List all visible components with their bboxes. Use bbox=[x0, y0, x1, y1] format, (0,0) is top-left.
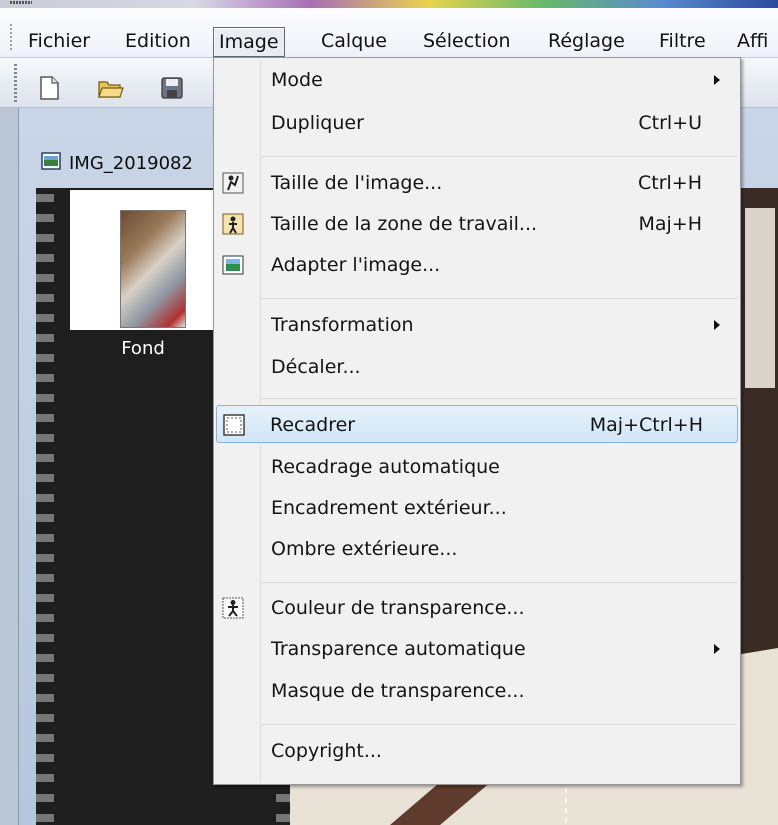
menu-item-label: Ombre extérieure... bbox=[271, 538, 458, 560]
menu-item-taille-image[interactable]: Taille de l'image... Ctrl+H bbox=[216, 164, 738, 202]
open-folder-icon[interactable] bbox=[98, 76, 124, 100]
menu-item-decaler[interactable]: Décaler... bbox=[216, 348, 738, 386]
canvas-size-icon bbox=[221, 212, 245, 236]
menu-calque[interactable]: Calque bbox=[316, 27, 392, 57]
menu-separator bbox=[261, 156, 737, 157]
document-title[interactable]: IMG_2019082 bbox=[69, 153, 193, 174]
menu-separator bbox=[261, 724, 737, 725]
menu-item-dupliquer[interactable]: Dupliquer Ctrl+U bbox=[216, 104, 738, 142]
film-strip-left bbox=[36, 188, 54, 825]
menu-item-label: Dupliquer bbox=[271, 112, 364, 134]
menu-item-mode[interactable]: Mode bbox=[216, 61, 738, 99]
image-menu-dropdown: Mode Dupliquer Ctrl+U Taille de l'image.… bbox=[213, 57, 741, 785]
menu-separator bbox=[261, 298, 737, 299]
image-document-icon bbox=[41, 151, 61, 175]
menu-item-label: Couleur de transparence... bbox=[271, 597, 525, 619]
layer-name[interactable]: Fond bbox=[70, 338, 216, 359]
resize-image-icon bbox=[221, 171, 245, 195]
menu-item-label: Recadrer bbox=[270, 414, 356, 436]
submenu-arrow-icon bbox=[714, 320, 720, 330]
menu-item-label: Taille de la zone de travail... bbox=[271, 213, 538, 235]
menu-item-encadrement-exterieur[interactable]: Encadrement extérieur... bbox=[216, 489, 738, 527]
menu-filtre[interactable]: Filtre bbox=[654, 27, 711, 57]
menu-item-shortcut: Ctrl+H bbox=[637, 172, 702, 194]
menu-item-label: Mode bbox=[271, 69, 323, 91]
menu-item-label: Encadrement extérieur... bbox=[271, 497, 507, 519]
menu-item-taille-zone-travail[interactable]: Taille de la zone de travail... Maj+H bbox=[216, 205, 738, 243]
menu-item-label: Transparence automatique bbox=[271, 638, 526, 660]
menu-edition[interactable]: Edition bbox=[120, 27, 196, 57]
menubar-grip[interactable] bbox=[10, 24, 12, 50]
grip-handle bbox=[10, 1, 32, 4]
transparency-color-icon bbox=[221, 596, 245, 620]
menu-item-label: Transformation bbox=[271, 314, 414, 336]
menu-item-label: Décaler... bbox=[271, 356, 361, 378]
menu-item-shortcut: Maj+H bbox=[638, 213, 702, 235]
menu-separator bbox=[261, 582, 737, 583]
fit-image-icon bbox=[221, 253, 245, 277]
menu-item-transparence-automatique[interactable]: Transparence automatique bbox=[216, 630, 738, 668]
menu-affichage[interactable]: Affi bbox=[732, 27, 773, 57]
menu-item-recadrage-automatique[interactable]: Recadrage automatique bbox=[216, 448, 738, 486]
menu-image[interactable]: Image bbox=[213, 27, 285, 57]
menu-item-shortcut: Ctrl+U bbox=[638, 112, 702, 134]
menu-fichier[interactable]: Fichier bbox=[23, 27, 95, 57]
menu-item-shortcut: Maj+Ctrl+H bbox=[589, 414, 703, 436]
menu-item-adapter-image[interactable]: Adapter l'image... bbox=[216, 246, 738, 284]
toolbar-grip[interactable] bbox=[14, 64, 17, 102]
menu-item-label: Adapter l'image... bbox=[271, 254, 441, 276]
layer-thumbnail[interactable] bbox=[120, 210, 186, 328]
menu-item-label: Taille de l'image... bbox=[271, 172, 443, 194]
save-icon[interactable] bbox=[161, 76, 183, 100]
new-document-icon[interactable] bbox=[38, 76, 60, 100]
menu-item-label: Copyright... bbox=[271, 740, 382, 762]
menu-item-label: Recadrage automatique bbox=[271, 456, 500, 478]
crop-icon bbox=[222, 413, 246, 437]
menu-separator bbox=[261, 398, 737, 399]
submenu-arrow-icon bbox=[714, 644, 720, 654]
menubar: Fichier Edition Image Calque Sélection R… bbox=[0, 8, 778, 58]
menu-item-label: Masque de transparence... bbox=[271, 680, 525, 702]
menu-item-couleur-transparence[interactable]: Couleur de transparence... bbox=[216, 589, 738, 627]
menu-selection[interactable]: Sélection bbox=[418, 27, 516, 57]
menu-item-recadrer[interactable]: Recadrer Maj+Ctrl+H bbox=[216, 405, 738, 443]
menu-item-masque-transparence[interactable]: Masque de transparence... bbox=[216, 672, 738, 710]
menu-item-ombre-exterieure[interactable]: Ombre extérieure... bbox=[216, 530, 738, 568]
menu-reglage[interactable]: Réglage bbox=[543, 27, 630, 57]
menu-item-copyright[interactable]: Copyright... bbox=[216, 732, 738, 770]
document-title-row: IMG_2019082 bbox=[41, 148, 193, 178]
window-top-strip bbox=[0, 0, 778, 8]
menu-item-transformation[interactable]: Transformation bbox=[216, 306, 738, 344]
submenu-arrow-icon bbox=[714, 75, 720, 85]
